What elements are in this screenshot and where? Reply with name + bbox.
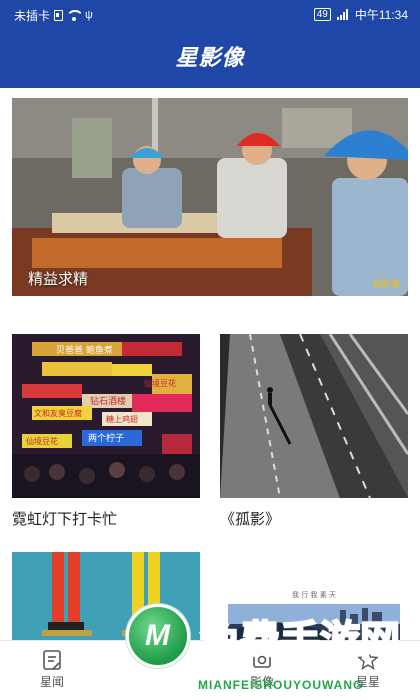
status-bar: 未插卡 ψ 49 中午11:34 xyxy=(0,0,420,28)
image-heading-text: 我 行 我 素 天 xyxy=(292,590,336,599)
card-title: 霓虹灯下打卡忙 xyxy=(12,510,118,528)
battery-indicator: 49 xyxy=(313,8,331,21)
clock: 中午11:34 xyxy=(354,8,408,22)
photo-feed[interactable]: 精益求精 星影像 贝爸爸 鲍鱼煮 钻石酒楼 仙境豆花 文和友臭豆腐 糖上鸡翅 两… xyxy=(0,88,420,640)
neon-sign-text: 糖上鸡翅 xyxy=(106,414,138,424)
card-image xyxy=(220,334,408,498)
nav-label: 星闻 xyxy=(39,675,64,689)
sim-icon xyxy=(54,10,64,21)
wifi-icon xyxy=(67,10,82,21)
nav-item-news[interactable]: 星闻 xyxy=(10,645,94,691)
neon-sign-text: 仙境豆花 xyxy=(26,436,58,446)
card-title: 《孤影》 xyxy=(220,510,281,528)
usb-icon: ψ xyxy=(85,9,93,21)
neon-sign-text: 文和友臭豆腐 xyxy=(34,408,82,418)
watermark-logo: 星影像 xyxy=(372,279,400,289)
app-title: 星影像 xyxy=(175,45,245,70)
promo-watermark: M 免费手游网 MIANFEISHOUYOUWANG xyxy=(120,602,420,700)
neon-sign-text: 钻石酒楼 xyxy=(90,395,126,407)
photo-card-shadow[interactable]: 《孤影》 xyxy=(220,334,408,529)
signal-icon xyxy=(336,9,349,20)
neon-sign-text: 两个柠子 xyxy=(88,432,124,444)
neon-sign-text: 贝爸爸 鲍鱼煮 xyxy=(56,344,113,356)
photo-card-neon[interactable]: 贝爸爸 鲍鱼煮 钻石酒楼 仙境豆花 文和友臭豆腐 糖上鸡翅 两个柠子 仙境豆花 … xyxy=(12,334,200,529)
card-image: 贝爸爸 鲍鱼煮 钻石酒楼 仙境豆花 文和友臭豆腐 糖上鸡翅 两个柠子 仙境豆花 xyxy=(12,334,200,498)
hero-photo-card[interactable]: 精益求精 星影像 xyxy=(12,98,408,296)
hero-caption: 精益求精 xyxy=(28,271,89,288)
neon-sign-text: 仙境豆花 xyxy=(144,378,176,388)
promo-subtext: MIANFEISHOUYOUWANG xyxy=(198,678,364,692)
promo-logo-icon: M xyxy=(126,604,190,668)
app-header: 未插卡 ψ 49 中午11:34 星影像 xyxy=(0,0,420,88)
hero-photo xyxy=(12,98,408,296)
promo-text: 免费手游网 xyxy=(199,617,401,665)
carrier-label: 未插卡 xyxy=(14,9,51,23)
news-icon xyxy=(43,650,61,670)
